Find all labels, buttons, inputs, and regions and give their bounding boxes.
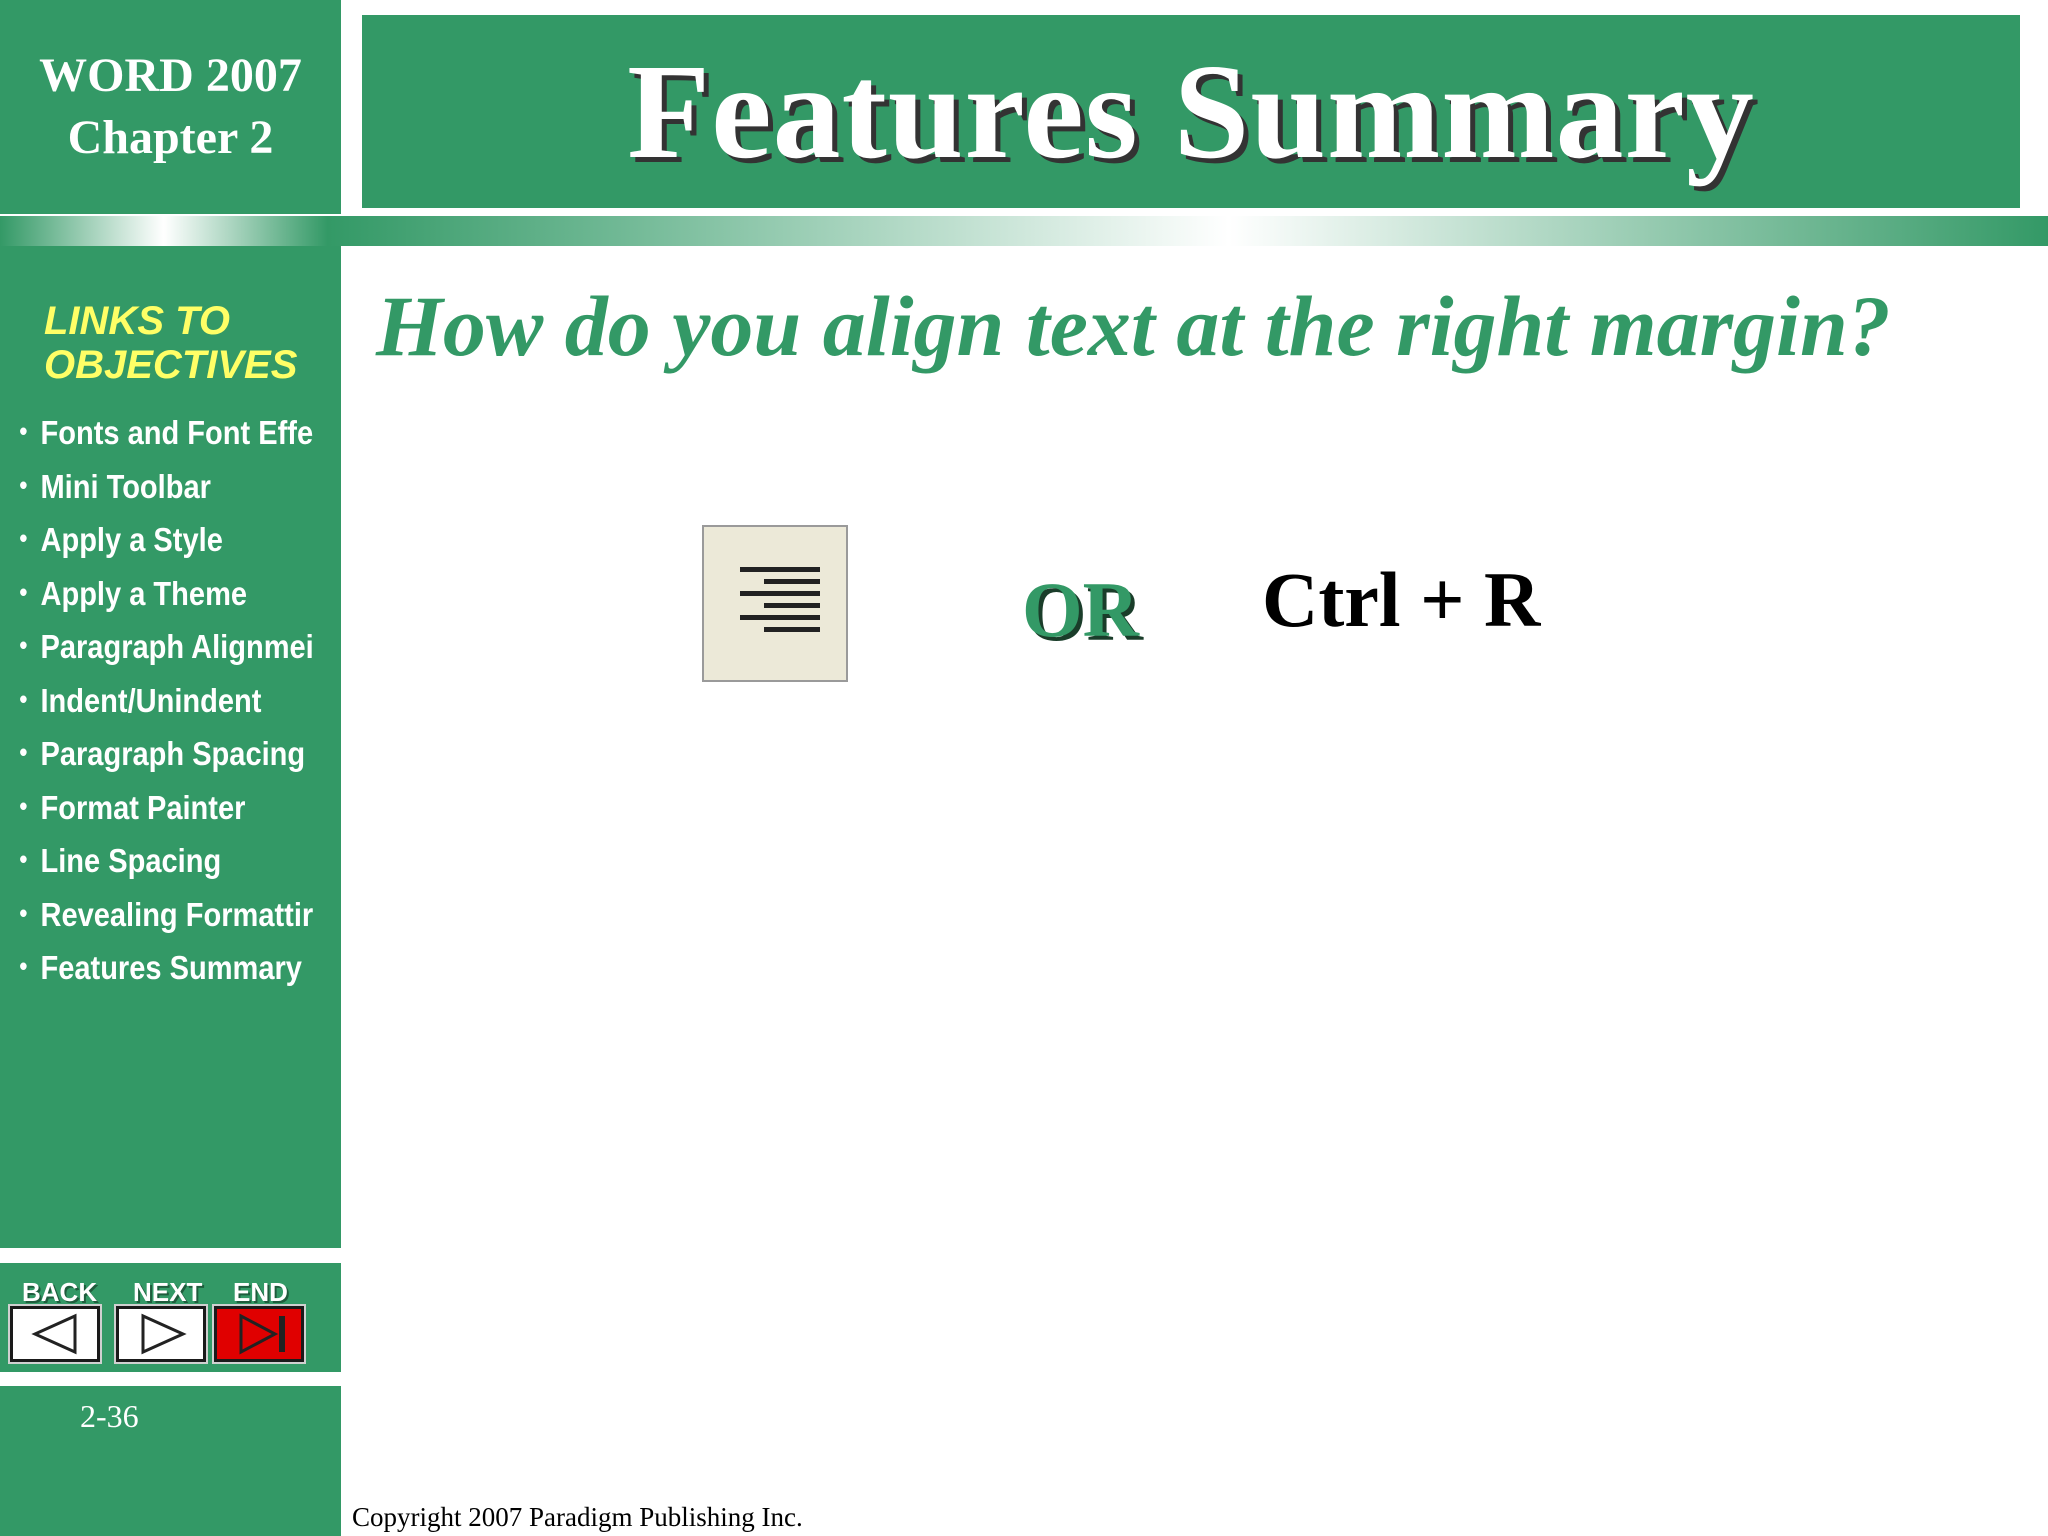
course-title: WORD 2007 (39, 49, 302, 102)
objectives-heading-line1: LINKS TO (44, 299, 230, 343)
objective-link-apply-style[interactable]: Apply a Style (0, 518, 294, 574)
objectives-heading: LINKS TO OBJECTIVES (44, 299, 297, 387)
objective-link-format-painter[interactable]: Format Painter (0, 786, 294, 842)
page-number: 2-36 (80, 1398, 139, 1434)
triangle-left-icon (31, 1313, 77, 1355)
objective-link-indent[interactable]: Indent/Unindent (0, 679, 294, 735)
skip-to-end-icon (239, 1313, 285, 1355)
align-right-glyph (740, 567, 820, 632)
objectives-sidebar: LINKS TO OBJECTIVES Fonts and Font Effe … (0, 246, 341, 1248)
decorative-divider (0, 216, 2048, 246)
objectives-link-list: Fonts and Font Effe Mini Toolbar Apply a… (0, 413, 334, 1002)
copyright-notice: Copyright 2007 Paradigm Publishing Inc. (352, 1502, 803, 1532)
slide-title: Features Summary (627, 36, 1755, 187)
next-button[interactable] (114, 1304, 208, 1364)
back-button[interactable] (8, 1304, 102, 1364)
keyboard-shortcut: Ctrl + R (1262, 556, 1541, 643)
end-label: END (233, 1277, 288, 1307)
objective-link-line-spacing[interactable]: Line Spacing (0, 839, 294, 895)
objective-link-paragraph-alignment[interactable]: Paragraph Alignmei (0, 625, 313, 681)
triangle-right-icon (141, 1313, 187, 1355)
objectives-heading-line2: OBJECTIVES (44, 343, 298, 387)
or-label: OR (1022, 566, 1139, 653)
end-button[interactable] (212, 1304, 306, 1364)
chapter-label: Chapter 2 (67, 111, 274, 164)
next-label: NEXT (133, 1277, 203, 1307)
title-bar: Features Summary (362, 15, 2020, 208)
course-banner: WORD 2007 Chapter 2 (0, 0, 341, 214)
objective-link-paragraph-spacing[interactable]: Paragraph Spacing (0, 732, 305, 788)
page-number-panel: 2-36 (0, 1386, 341, 1536)
objective-link-apply-theme[interactable]: Apply a Theme (0, 572, 294, 628)
navigation-panel: BACK NEXT END (0, 1263, 341, 1372)
question-heading: How do you align text at the right margi… (376, 278, 1891, 374)
back-label: BACK (22, 1277, 98, 1307)
objective-link-mini-toolbar[interactable]: Mini Toolbar (0, 465, 294, 521)
objective-link-features-summary[interactable]: Features Summary (0, 946, 302, 1002)
align-right-icon (702, 525, 848, 682)
objective-link-revealing-formatting[interactable]: Revealing Formattir (0, 893, 313, 949)
objective-link-fonts[interactable]: Fonts and Font Effe (0, 413, 313, 467)
